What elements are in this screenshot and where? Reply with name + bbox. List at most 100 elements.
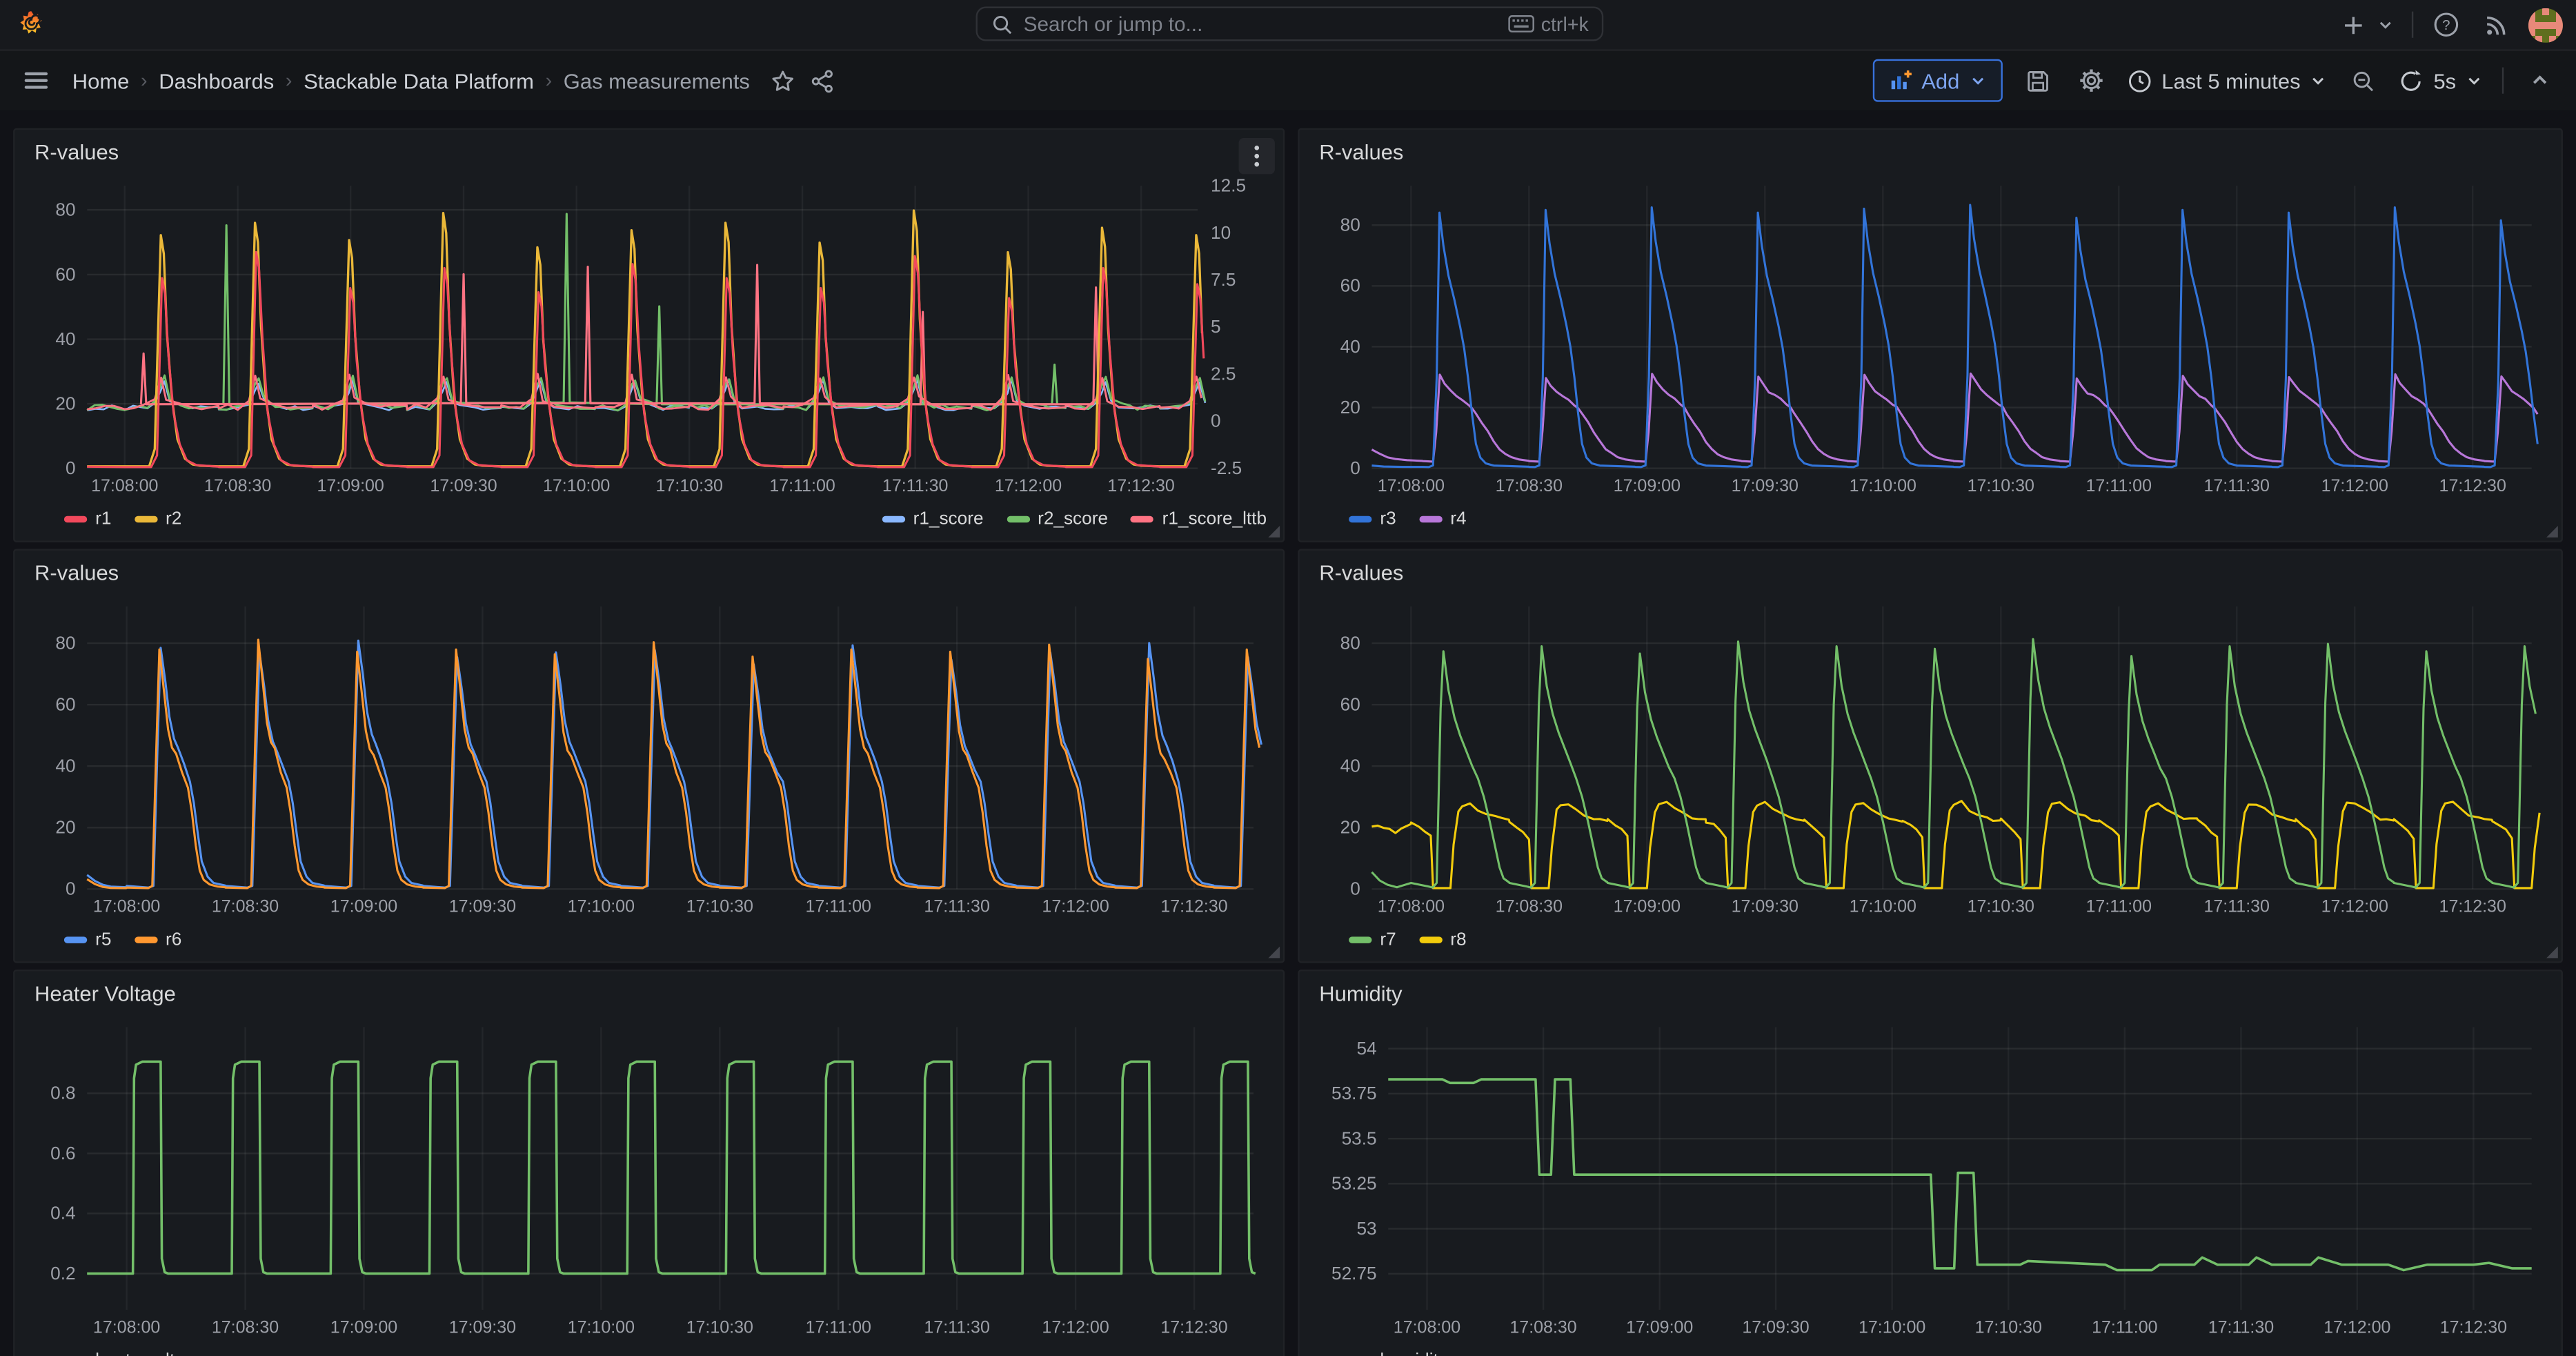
panel-legend: r5 r6 <box>64 922 1267 958</box>
grafana-logo[interactable] <box>17 10 46 39</box>
legend-swatch <box>1007 516 1029 523</box>
zoom-out-time-icon[interactable] <box>2346 64 2379 97</box>
collapse-chevron-up-icon[interactable] <box>2524 64 2557 97</box>
series-humidity <box>1388 1079 2531 1270</box>
news-rss-icon[interactable] <box>2479 8 2513 41</box>
dashboard-toolbar: Add Last 5 minutes 5s <box>1872 59 2557 102</box>
legend-swatch <box>1131 516 1153 523</box>
time-series-chart[interactable]: 02040608017:08:0017:08:3017:09:0017:09:3… <box>1313 176 2548 498</box>
legend-label: r1_score <box>913 509 984 529</box>
panel-title[interactable]: R-values <box>34 139 119 164</box>
legend-item-r1[interactable]: r1 <box>64 509 112 529</box>
svg-text:17:09:00: 17:09:00 <box>317 476 384 495</box>
svg-text:40: 40 <box>55 756 75 776</box>
svg-text:17:11:00: 17:11:00 <box>2086 476 2152 495</box>
panel-resize-handle[interactable] <box>2546 526 2558 538</box>
panel-resize-handle[interactable] <box>1268 526 1280 538</box>
breadcrumb-folder[interactable]: Stackable Data Platform <box>304 68 534 93</box>
svg-text:60: 60 <box>1340 275 1360 296</box>
svg-text:17:11:30: 17:11:30 <box>2204 897 2270 916</box>
legend-item-r8[interactable]: r8 <box>1419 930 1467 950</box>
svg-text:20: 20 <box>55 817 75 838</box>
time-series-chart[interactable]: 02040608017:08:0017:08:3017:09:0017:09:3… <box>28 596 1269 918</box>
time-series-chart[interactable]: 0.20.40.60.817:08:0017:08:3017:09:0017:0… <box>28 1017 1269 1339</box>
svg-text:80: 80 <box>55 199 75 219</box>
svg-text:17:08:00: 17:08:00 <box>1378 476 1445 495</box>
panel-legend: humidity <box>1349 1343 2545 1356</box>
svg-text:20: 20 <box>1340 397 1360 417</box>
breadcrumb-home[interactable]: Home <box>72 68 130 93</box>
legend-item-r7[interactable]: r7 <box>1349 930 1396 950</box>
new-chevron-down-icon[interactable] <box>2375 8 2395 41</box>
svg-text:17:09:30: 17:09:30 <box>1732 897 1799 916</box>
svg-text:17:08:30: 17:08:30 <box>204 476 271 495</box>
panel-title[interactable]: R-values <box>1319 139 1403 164</box>
mega-menu-toggle[interactable] <box>20 64 53 97</box>
panel-title[interactable]: Humidity <box>1319 981 1402 1006</box>
help-icon[interactable]: ? <box>2430 8 2463 41</box>
add-panel-button[interactable]: Add <box>1872 59 2002 102</box>
refresh-picker[interactable]: 5s <box>2399 68 2482 93</box>
panel-title[interactable]: R-values <box>1319 560 1403 585</box>
svg-text:17:12:00: 17:12:00 <box>1042 1317 1109 1337</box>
breadcrumb-current-dashboard: Gas measurements <box>564 68 750 93</box>
time-series-chart[interactable]: 52.755353.2553.553.755417:08:0017:08:301… <box>1313 1017 2548 1339</box>
legend-swatch <box>882 516 904 523</box>
legend-item-r2_score[interactable]: r2_score <box>1007 509 1108 529</box>
time-range-picker[interactable]: Last 5 minutes <box>2127 68 2326 93</box>
panel-resize-handle[interactable] <box>1268 947 1280 959</box>
legend-swatch <box>1349 936 1371 943</box>
svg-text:17:12:00: 17:12:00 <box>995 476 1062 495</box>
user-avatar[interactable] <box>2528 8 2563 42</box>
svg-text:0: 0 <box>1350 458 1360 478</box>
legend-label: r5 <box>95 930 111 950</box>
time-series-chart[interactable]: 020406080-2.502.557.51012.517:08:0017:08… <box>28 176 1269 498</box>
svg-text:17:08:30: 17:08:30 <box>1496 897 1563 916</box>
save-dashboard-icon[interactable] <box>2022 64 2055 97</box>
svg-text:17:09:30: 17:09:30 <box>430 476 497 495</box>
breadcrumb-separator: › <box>546 69 553 92</box>
legend-item-r3[interactable]: r3 <box>1349 509 1396 529</box>
share-icon[interactable] <box>806 64 839 97</box>
svg-text:17:10:00: 17:10:00 <box>1859 1317 1925 1337</box>
legend-item-r4[interactable]: r4 <box>1419 509 1467 529</box>
legend-item-r5[interactable]: r5 <box>64 930 112 950</box>
panel-title[interactable]: R-values <box>34 560 119 585</box>
svg-text:17:12:00: 17:12:00 <box>2321 897 2388 916</box>
svg-text:17:08:00: 17:08:00 <box>1394 1317 1460 1337</box>
panel-title[interactable]: Heater Voltage <box>34 981 176 1006</box>
svg-text:17:09:00: 17:09:00 <box>330 1317 397 1337</box>
svg-text:17:09:30: 17:09:30 <box>449 897 516 916</box>
search-placeholder: Search or jump to... <box>1024 12 1498 35</box>
svg-text:53: 53 <box>1356 1218 1376 1239</box>
legend-item-r1_score[interactable]: r1_score <box>882 509 983 529</box>
svg-text:0.4: 0.4 <box>50 1203 75 1224</box>
legend-item-humidity[interactable]: humidity <box>1349 1350 1447 1356</box>
legend-item-r2[interactable]: r2 <box>135 509 182 529</box>
new-plus-button[interactable] <box>2336 8 2369 41</box>
add-panel-icon <box>1889 69 1912 92</box>
search-input[interactable]: Search or jump to... ctrl+k <box>976 7 1604 41</box>
legend-swatch <box>135 936 157 943</box>
svg-text:17:10:30: 17:10:30 <box>656 476 723 495</box>
time-series-chart[interactable]: 02040608017:08:0017:08:3017:09:0017:09:3… <box>1313 596 2548 918</box>
series-r1_score_lttb_peaks <box>141 265 1098 404</box>
svg-text:17:11:00: 17:11:00 <box>805 897 871 916</box>
panel-legend: r3 r4 <box>1349 501 2545 537</box>
svg-text:80: 80 <box>1340 632 1360 653</box>
panel-resize-handle[interactable] <box>2546 947 2558 959</box>
chart-canvas: 02040608017:08:0017:08:3017:09:0017:09:3… <box>1313 596 2548 918</box>
svg-text:17:12:30: 17:12:30 <box>1160 1317 1227 1337</box>
dashboard-settings-gear-icon[interactable] <box>2074 64 2108 97</box>
panel-menu-kebab-icon[interactable] <box>1239 138 1275 174</box>
legend-item-r1_score_lttb[interactable]: r1_score_lttb <box>1131 509 1267 529</box>
svg-text:17:08:00: 17:08:00 <box>1378 897 1445 916</box>
legend-item-heatervoltage[interactable]: heatervoltage <box>64 1350 205 1356</box>
series-r7 <box>1371 639 2535 887</box>
legend-item-r6[interactable]: r6 <box>135 930 182 950</box>
breadcrumb-dashboards[interactable]: Dashboards <box>159 68 274 93</box>
svg-text:17:10:00: 17:10:00 <box>568 897 635 916</box>
svg-text:0.6: 0.6 <box>50 1143 75 1163</box>
svg-text:17:11:30: 17:11:30 <box>924 897 989 916</box>
favorite-star-icon[interactable] <box>766 64 800 97</box>
